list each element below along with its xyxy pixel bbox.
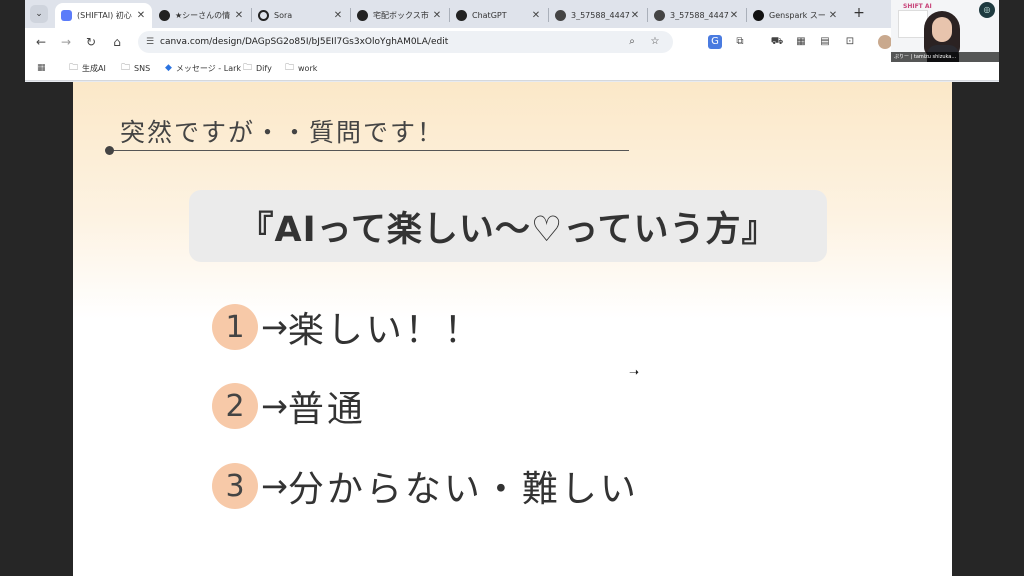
answer-text: 分からない・難しい [287, 469, 639, 510]
tab-chatgpt[interactable]: ChatGPT ✕ [450, 3, 547, 28]
bookmark-lark[interactable]: ◆ メッセージ - Lark [165, 60, 241, 76]
car-icon[interactable]: ⛟ [770, 35, 784, 49]
tab-file-2[interactable]: 3_57588_4447 ✕ [648, 3, 745, 28]
tab-search-dropdown-icon[interactable]: ⌄ [30, 5, 48, 23]
bookmark-dify[interactable]: 🗀 Dify [243, 60, 272, 76]
forward-icon[interactable]: → [58, 34, 74, 50]
arrow-icon: → [261, 467, 288, 505]
folder-icon: 🗀 [285, 63, 295, 73]
close-tab-icon[interactable]: ✕ [234, 10, 244, 21]
question-underline [109, 150, 629, 151]
openai-favicon-icon [159, 10, 170, 21]
slide-headline: 『AIって楽しい〜♡っていう方』 [238, 209, 778, 250]
sora-favicon-icon [258, 10, 269, 21]
profile-avatar-icon[interactable] [878, 35, 892, 49]
bookmarks-bar: ▦ 🗀 生成AI 🗀 SNS ◆ メッセージ - Lark 🗀 Dify 🗀 w… [25, 56, 999, 81]
shiftai-logo-icon: ◎ [979, 2, 995, 18]
webcam-caption: ぷりー | tamizu shizuka... [891, 52, 999, 62]
mouse-cursor-icon: ➝ [629, 365, 640, 379]
globe-icon [555, 10, 566, 21]
answer-item-2: 2 → 普通 [212, 382, 366, 430]
close-tab-icon[interactable]: ✕ [531, 10, 541, 21]
url-text[interactable]: canva.com/design/DAGpSG2o85I/bJ5EIl7Gs3x… [160, 31, 448, 53]
webcam-brand: SHIFT AI [903, 3, 932, 10]
zoom-icon[interactable]: ⌕ [625, 35, 639, 49]
tab-genspark[interactable]: Genspark スー ✕ [747, 3, 844, 28]
answer-item-3: 3 → 分からない・難しい [212, 462, 639, 510]
qr-code-icon[interactable]: ▦ [794, 35, 808, 49]
site-info-icon[interactable]: ☰ [144, 36, 156, 48]
reader-icon[interactable]: ▤ [818, 35, 832, 49]
back-icon[interactable]: ← [33, 34, 49, 50]
close-tab-icon[interactable]: ✕ [432, 10, 442, 21]
folder-icon: 🗀 [121, 63, 131, 73]
shiftai-favicon-icon [61, 10, 72, 21]
answer-item-1: 1 → 楽しい！！ [212, 303, 483, 351]
arrow-icon: → [261, 387, 288, 425]
number-badge: 1 [212, 304, 258, 350]
address-bar[interactable]: ☰ canva.com/design/DAGpSG2o85I/bJ5EIl7Gs… [138, 31, 673, 53]
bookmark-sns[interactable]: 🗀 SNS [121, 60, 150, 76]
globe-icon [654, 10, 665, 21]
arrow-icon: → [261, 308, 288, 346]
answer-text: 楽しい！！ [287, 310, 483, 351]
lark-icon: ◆ [165, 63, 172, 73]
underline-dot [105, 146, 114, 155]
presenter-face [932, 17, 952, 42]
close-tab-icon[interactable]: ✕ [136, 10, 146, 21]
genspark-favicon-icon [753, 10, 764, 21]
reload-icon[interactable]: ↻ [83, 34, 99, 50]
answer-text: 普通 [287, 389, 366, 430]
tab-sora[interactable]: Sora ✕ [252, 3, 349, 28]
close-tab-icon[interactable]: ✕ [828, 10, 838, 21]
openai-favicon-icon [456, 10, 467, 21]
close-tab-icon[interactable]: ✕ [630, 10, 640, 21]
close-tab-icon[interactable]: ✕ [333, 10, 343, 21]
home-icon[interactable]: ⌂ [109, 34, 125, 50]
folder-icon: 🗀 [69, 63, 79, 73]
presentation-slide[interactable]: 突然ですが・・質問です！ 『AIって楽しい〜♡っていう方』 1 → 楽しい！！ … [73, 82, 952, 576]
tab-delivery-box[interactable]: 宅配ボックス市 ✕ [351, 3, 448, 28]
new-tab-button[interactable]: + [851, 5, 867, 21]
screenshot-icon[interactable]: ⊡ [843, 35, 857, 49]
close-tab-icon[interactable]: ✕ [729, 10, 739, 21]
tab-shiftai[interactable]: (SHIFTAI) 初心 ✕ [55, 3, 152, 28]
number-badge: 2 [212, 383, 258, 429]
tab-file-1[interactable]: 3_57588_4447 ✕ [549, 3, 646, 28]
browser-toolbar: ← → ↻ ⌂ ☰ canva.com/design/DAGpSG2o85I/b… [25, 28, 999, 56]
extensions-icon[interactable]: ⧉ [733, 35, 747, 49]
browser-window: ⌄ (SHIFTAI) 初心 ✕ ★シーさんの情 ✕ Sora ✕ 宅配ボックス… [25, 0, 999, 82]
webcam-overlay: SHIFT AI ◎ ぷりー | tamizu shizuka... [891, 0, 999, 62]
apps-grid-icon[interactable]: ▦ [37, 60, 50, 76]
openai-favicon-icon [357, 10, 368, 21]
number-badge: 3 [212, 463, 258, 509]
folder-icon: 🗀 [243, 63, 253, 73]
slide-question: 突然ですが・・質問です！ [120, 118, 445, 147]
bookmark-work[interactable]: 🗀 work [285, 60, 317, 76]
bookmark-ai[interactable]: 🗀 生成AI [69, 60, 106, 76]
headline-pill: 『AIって楽しい〜♡っていう方』 [189, 190, 827, 262]
translate-icon[interactable]: G [708, 35, 722, 49]
bookmark-star-icon[interactable]: ☆ [648, 35, 662, 49]
tab-strip: ⌄ (SHIFTAI) 初心 ✕ ★シーさんの情 ✕ Sora ✕ 宅配ボックス… [25, 0, 999, 28]
tab-shi-san[interactable]: ★シーさんの情 ✕ [153, 3, 250, 28]
